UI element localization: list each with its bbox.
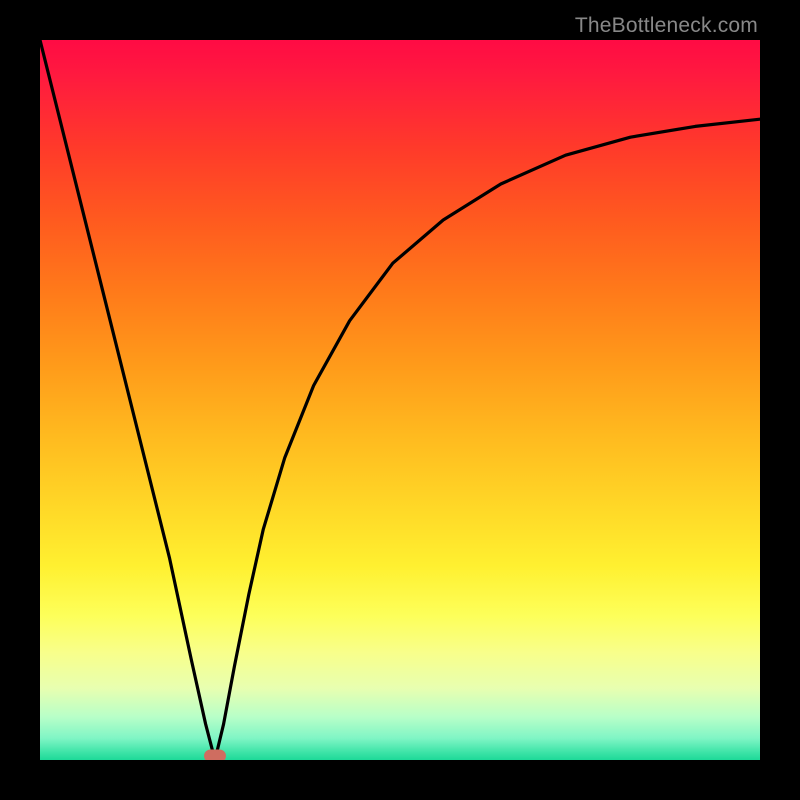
bottleneck-curve [40,40,760,760]
chart-plot-area [40,40,760,760]
optimal-point-marker [204,750,226,760]
watermark-text: TheBottleneck.com [575,14,758,38]
